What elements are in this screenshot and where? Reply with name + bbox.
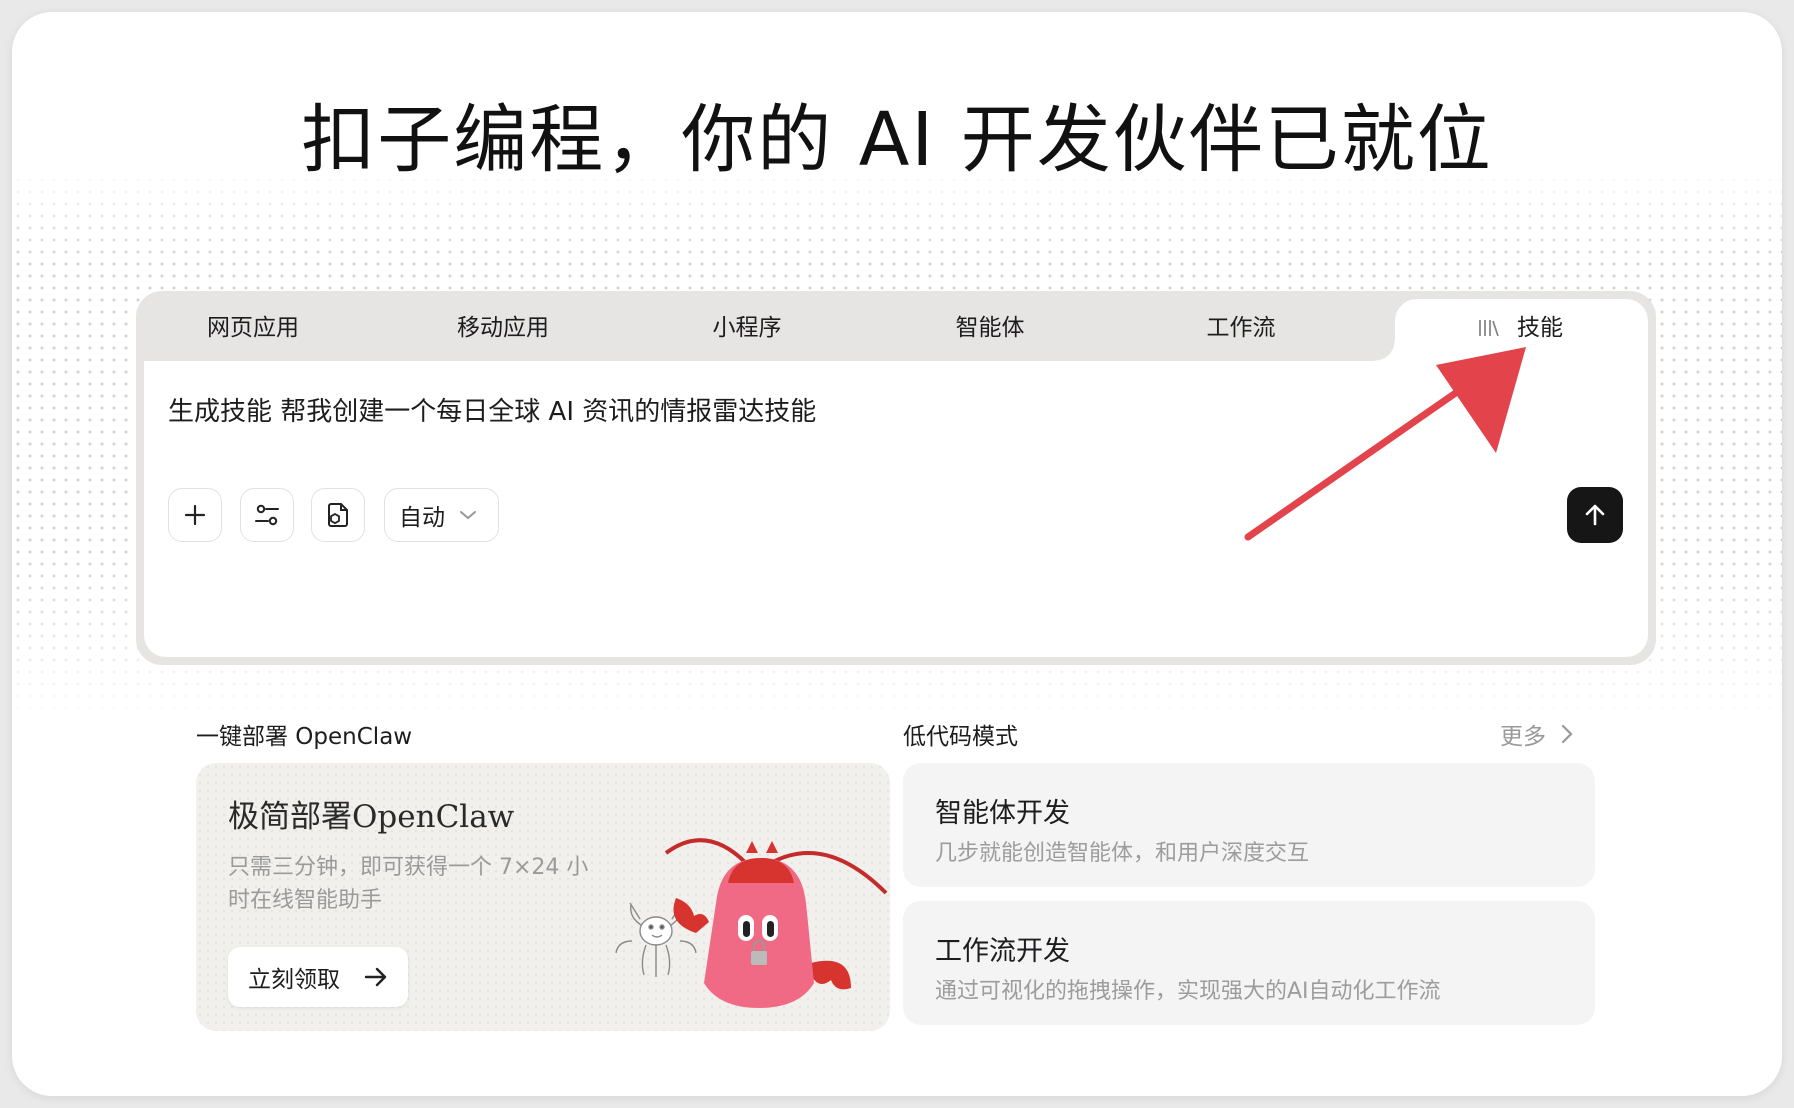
chevron-down-icon bbox=[459, 509, 477, 521]
promo-description: 只需三分钟，即可获得一个 7×24 小时在线智能助手 bbox=[228, 855, 589, 913]
tab-web-app[interactable]: 网页应用 bbox=[178, 311, 328, 345]
page-headline: 扣子编程，你的 AI 开发伙伴已就位 bbox=[301, 97, 1493, 183]
arrow-up-icon bbox=[1582, 502, 1608, 528]
annotation-arrow-icon bbox=[1244, 347, 1526, 541]
attach-button[interactable] bbox=[311, 488, 365, 542]
lobster-mascot-icon bbox=[615, 838, 888, 1008]
tab-mobile-app[interactable]: 移动应用 bbox=[428, 311, 578, 345]
tab-mini-program[interactable]: 小程序 bbox=[692, 311, 802, 345]
workflow-dev-desc: 通过可视化的拖拽操作，实现强大的AI自动化工作流 bbox=[935, 979, 1441, 1004]
more-label: 更多 bbox=[1500, 724, 1546, 750]
agent-dev-card[interactable]: 智能体开发 几步就能创造智能体，和用户深度交互 bbox=[903, 763, 1595, 887]
tab-agent[interactable]: 智能体 bbox=[935, 311, 1045, 345]
prompt-text[interactable]: 生成技能 帮我创建一个每日全球 AI 资讯的情报雷达技能 bbox=[168, 391, 816, 428]
agent-dev-desc: 几步就能创造智能体，和用户深度交互 bbox=[935, 841, 1310, 866]
add-button[interactable] bbox=[168, 488, 222, 542]
chevron-right-icon bbox=[1560, 723, 1574, 745]
tab-workflow[interactable]: 工作流 bbox=[1186, 311, 1296, 345]
library-icon bbox=[1477, 317, 1501, 339]
workflow-dev-card[interactable]: 工作流开发 通过可视化的拖拽操作，实现强大的AI自动化工作流 bbox=[903, 901, 1595, 1025]
tab-skill-label: 技能 bbox=[1517, 315, 1563, 341]
claim-button-label: 立刻领取 bbox=[248, 967, 340, 993]
openclaw-section-title: 一键部署 OpenClaw bbox=[196, 724, 413, 750]
mode-select[interactable]: 自动 bbox=[384, 488, 499, 542]
settings-button[interactable] bbox=[240, 488, 294, 542]
file-package-icon bbox=[325, 501, 351, 529]
mode-label: 自动 bbox=[399, 505, 445, 531]
arrow-right-icon bbox=[364, 967, 388, 987]
claim-button[interactable]: 立刻领取 bbox=[228, 947, 408, 1007]
openclaw-promo-card[interactable]: 极简部署OpenClaw 只需三分钟，即可获得一个 7×24 小时在线智能助手 … bbox=[196, 763, 890, 1031]
promo-title: 极简部署OpenClaw bbox=[228, 799, 515, 835]
lowcode-section-title: 低代码模式 bbox=[903, 724, 1018, 750]
tab-skill[interactable]: 技能 bbox=[1477, 311, 1597, 345]
plus-icon bbox=[183, 503, 207, 527]
sliders-icon bbox=[253, 502, 281, 528]
more-link[interactable]: 更多 bbox=[1500, 717, 1574, 751]
send-button[interactable] bbox=[1567, 487, 1623, 543]
agent-dev-title: 智能体开发 bbox=[935, 798, 1070, 829]
workflow-dev-title: 工作流开发 bbox=[935, 936, 1070, 967]
